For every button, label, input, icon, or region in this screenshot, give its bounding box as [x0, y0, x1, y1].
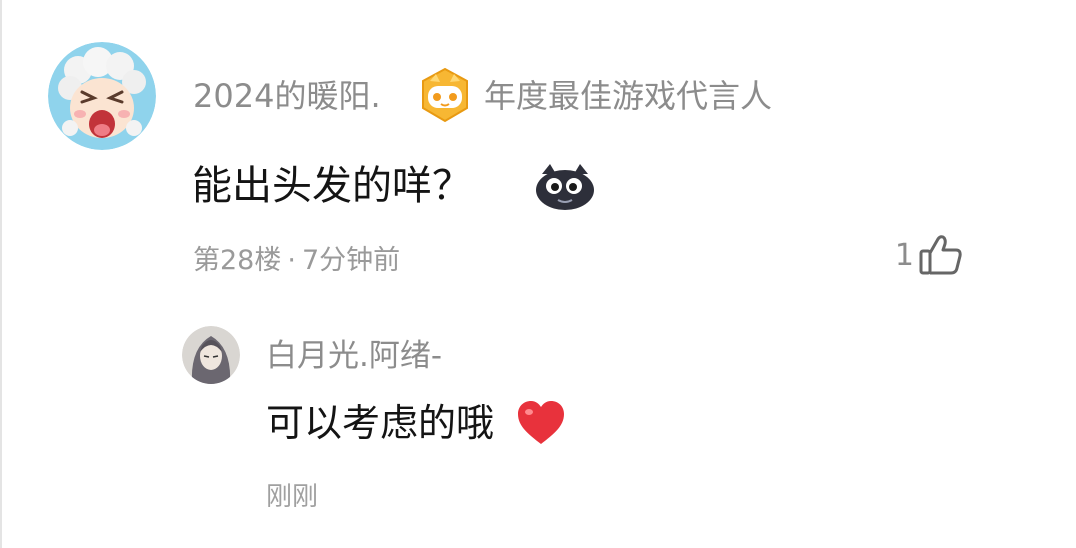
badge-title: 年度最佳游戏代言人 — [484, 77, 773, 115]
like-count: 1 — [894, 238, 914, 273]
comment-text: 能出头发的咩？ — [192, 163, 472, 209]
comment-item: 2024的暖阳. 年度最佳游戏代言人 能出头发的咩？ 第28楼·7分钟前 1 — [0, 0, 1076, 548]
meta-separator: · — [287, 245, 296, 276]
floor-number: 第28楼 — [193, 245, 282, 276]
comment-time: 7分钟前 — [301, 245, 401, 276]
thumbs-up-icon[interactable] — [918, 234, 964, 276]
game-controller-badge-icon — [418, 66, 472, 124]
black-cat-emoji-icon — [532, 160, 598, 212]
reply-user-avatar[interactable] — [182, 326, 240, 384]
reply-text: 可以考虑的哦 — [266, 401, 495, 445]
reply-username[interactable]: 白月光.阿绪- — [266, 336, 442, 376]
comment-username[interactable]: 2024的暖阳. — [193, 76, 381, 116]
user-avatar[interactable] — [48, 42, 156, 150]
comment-meta: 第28楼 · 7分钟前 — [193, 244, 400, 278]
red-heart-emoji-icon — [514, 398, 568, 448]
reply-time: 刚刚 — [266, 482, 319, 512]
